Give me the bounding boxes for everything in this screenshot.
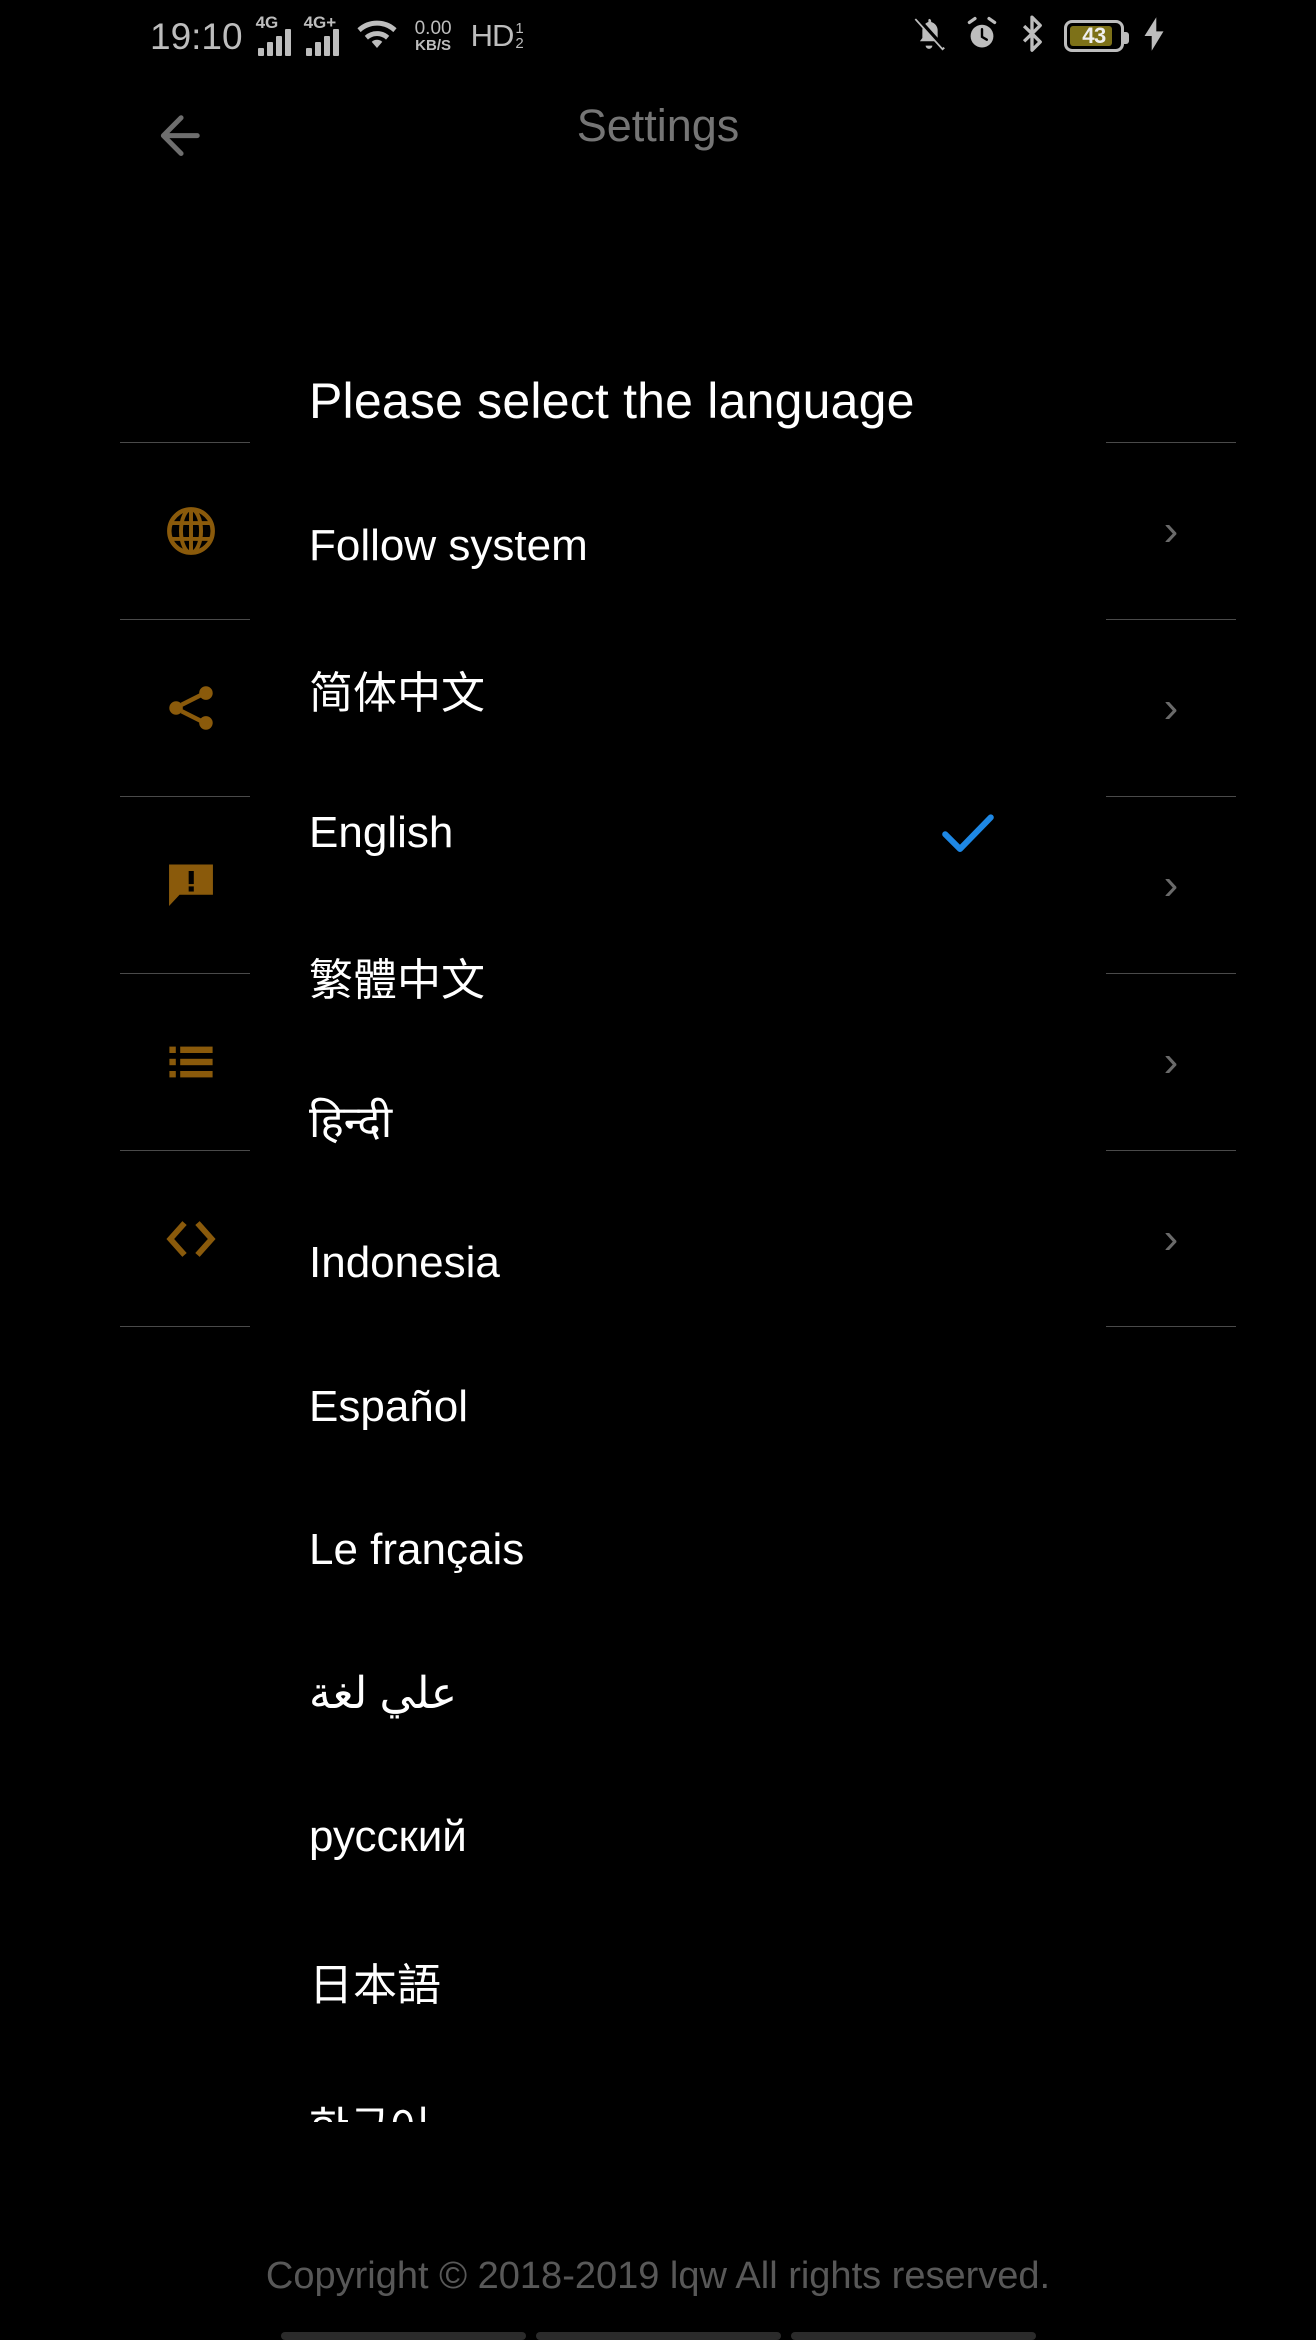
sim2-signal-icon: 4G+ — [303, 13, 339, 56]
language-item-label: русский — [309, 1812, 467, 1862]
status-bar-right-group: 43 — [912, 0, 1166, 72]
hd-sim2: 2 — [515, 35, 524, 52]
sim2-signal-bars — [305, 29, 339, 56]
check-icon — [940, 805, 996, 861]
language-item-label: English — [309, 807, 454, 857]
page-title: Settings — [576, 100, 740, 151]
language-list-item[interactable]: English — [0, 761, 1316, 905]
battery-level-label: 43 — [1082, 23, 1106, 48]
language-list-item[interactable]: 日本語 — [0, 1909, 1316, 2053]
nav-home-button[interactable] — [535, 2332, 781, 2340]
phone-screen: 19:10 4G 4G+ 0.00 KB/S HD 1 2 43 Setting… — [0, 0, 1316, 2340]
volte-hd-icon: HD 1 2 — [471, 18, 524, 54]
network-speed-unit: KB/S — [415, 37, 451, 55]
nav-recents-button[interactable] — [280, 2332, 526, 2340]
wifi-icon — [356, 17, 398, 56]
language-list: Follow system 简体中文 English 繁體中文 हिन्दी Indone… — [0, 474, 1316, 2122]
language-item-label: Le français — [309, 1525, 525, 1575]
bluetooth-icon — [1018, 15, 1046, 58]
language-list-item[interactable]: हिन्दी — [0, 1048, 1316, 1192]
language-item-label: हिन्दी — [309, 1097, 393, 1147]
language-item-label: 简体中文 — [309, 669, 485, 719]
copyright-notice: Copyright © 2018-2019 lqw All rights res… — [265, 2255, 1051, 2297]
language-panel-heading: Please select the language — [309, 373, 915, 429]
charging-bolt-icon — [1142, 16, 1166, 57]
hd-sim1: 1 — [515, 20, 524, 37]
network-speed-value: 0.00 — [414, 17, 452, 39]
language-item-label: Follow system — [309, 520, 588, 570]
language-list-item[interactable]: Español — [0, 1335, 1316, 1479]
language-list-item[interactable]: علي لغة — [0, 1622, 1316, 1766]
sim1-signal-bars — [257, 29, 291, 56]
language-selection-panel: Please select the language Follow system… — [0, 352, 1316, 2122]
status-clock: 19:10 — [150, 15, 243, 57]
language-item-label: Indonesia — [309, 1238, 500, 1288]
language-list-item[interactable]: Indonesia — [0, 1192, 1316, 1336]
language-list-item[interactable]: 한국어 — [0, 2053, 1316, 2122]
language-list-item[interactable]: Follow system — [0, 474, 1316, 618]
system-nav-bar — [0, 2322, 1316, 2340]
alarm-clock-icon — [964, 15, 1000, 58]
language-item-label: 繁體中文 — [309, 956, 485, 1006]
language-list-item[interactable]: русский — [0, 1766, 1316, 1910]
sim1-signal-icon: 4G — [255, 13, 291, 56]
app-bar: Settings — [0, 78, 1316, 196]
language-list-item[interactable]: Le français — [0, 1479, 1316, 1623]
nav-back-button[interactable] — [790, 2332, 1036, 2340]
hd-label: HD — [470, 18, 515, 53]
network-speed-indicator: 0.00 KB/S — [414, 17, 452, 55]
bell-muted-icon — [912, 14, 946, 58]
language-item-label: علي لغة — [309, 1669, 457, 1719]
battery-icon: 43 — [1064, 20, 1129, 52]
status-bar: 19:10 4G 4G+ 0.00 KB/S HD 1 2 43 — [0, 0, 1316, 72]
language-item-label: 日本語 — [309, 1960, 441, 2010]
hd-sim-numbers: 1 2 — [515, 21, 523, 51]
status-bar-left-group: 19:10 4G 4G+ 0.00 KB/S HD 1 2 — [150, 0, 524, 72]
sim2-network-label: 4G+ — [303, 13, 337, 32]
language-item-label: Español — [309, 1381, 469, 1431]
language-list-item[interactable]: 繁體中文 — [0, 905, 1316, 1049]
language-list-item[interactable]: 简体中文 — [0, 618, 1316, 762]
language-item-label: 한국어 — [309, 2092, 430, 2122]
sim1-network-label: 4G — [255, 13, 279, 32]
